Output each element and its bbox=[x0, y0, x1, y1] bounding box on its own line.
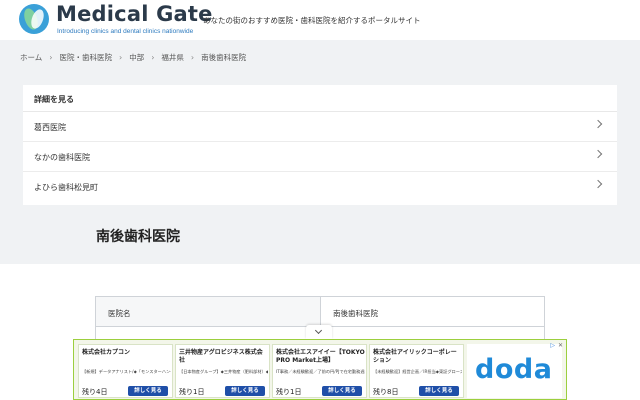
details-card-heading: 詳細を見る bbox=[34, 95, 74, 104]
ad-job-card[interactable]: 三井物産アグロビジネス株式会社 【日本物産グループ】◆三井物産（肥料部材）◆日本… bbox=[175, 344, 270, 398]
ad-company-name: 株式会社エスアイイー【TOKYO PRO Market上場】 bbox=[276, 349, 365, 364]
ad-description: 【未経験歓迎】経営企画／IR担当◆東証グロース・株式対応・M&A推進／上場企業で… bbox=[373, 369, 462, 374]
table-value-text: 南後歯科医院 bbox=[333, 309, 378, 318]
ad-banner: 株式会社カプコン 【新規】データアナリスト/◆「モンスターハンター」等人気タイト… bbox=[73, 339, 567, 400]
table-value-cell: 南後歯科医院 bbox=[321, 297, 545, 327]
ad-days-remaining: 残り1日 bbox=[276, 388, 302, 396]
ad-description: 【日本物産グループ】◆三井物産（肥料部材）◆日本の農業にイノベーションを/モ… bbox=[179, 369, 268, 374]
chevron-down-icon bbox=[314, 326, 323, 335]
chevron-right-icon bbox=[593, 119, 603, 129]
doda-logo-text: doda bbox=[475, 354, 553, 385]
details-list-item-label: なかの歯科医院 bbox=[34, 153, 90, 162]
ad-details-button[interactable]: 詳しく見る bbox=[322, 386, 362, 396]
doda-logo[interactable]: doda bbox=[467, 344, 562, 398]
chevron-right-icon: › bbox=[49, 52, 53, 62]
breadcrumb-region[interactable]: 中部 bbox=[129, 52, 144, 63]
details-card: 詳細を見る 葛西医院 なかの歯科医院 よひら歯科松見町 bbox=[23, 85, 617, 205]
ad-company-name: 株式会社カプコン bbox=[82, 349, 131, 356]
chevron-right-icon: › bbox=[190, 52, 195, 62]
ad-days-remaining: 残り1日 bbox=[179, 388, 205, 396]
chevron-right-icon bbox=[593, 149, 603, 159]
details-list-item[interactable]: 葛西医院 bbox=[23, 112, 617, 142]
ad-description: IT事務／未経験歓迎／了前の円/PJで在宅勤務週み中／土日祝休 bbox=[276, 369, 365, 374]
ad-collapse-button[interactable] bbox=[306, 325, 332, 339]
breadcrumb-current: 南後歯科医院 bbox=[201, 52, 247, 62]
table-header-cell: 医院名 bbox=[96, 297, 321, 327]
site-header: Medical Gate Introducing clinics and den… bbox=[0, 0, 640, 40]
ad-job-card[interactable]: 株式会社アイリックコーポレーション 【未経験歓迎】経営企画／IR担当◆東証グロー… bbox=[369, 344, 464, 398]
chevron-right-icon: › bbox=[118, 52, 123, 62]
adchoices-icon[interactable]: ▷ bbox=[550, 342, 555, 349]
details-list-item-label: よひら歯科松見町 bbox=[34, 183, 98, 192]
ad-company-name: 株式会社アイリックコーポレーション bbox=[373, 349, 457, 364]
site-subtitle: Introducing clinics and dental clinics n… bbox=[57, 28, 194, 35]
ad-company-name: 三井物産アグロビジネス株式会社 bbox=[179, 349, 263, 364]
details-list-item-label: 葛西医院 bbox=[34, 123, 66, 132]
ad-details-button[interactable]: 詳しく見る bbox=[419, 386, 459, 396]
ad-days-remaining: 残り8日 bbox=[373, 388, 399, 396]
ad-description: 【新規】データアナリスト/◆「モンスターハンター」等人気タイトル多数／プライ… bbox=[82, 369, 171, 374]
breadcrumb-home[interactable]: ホーム bbox=[20, 52, 42, 63]
ad-details-button[interactable]: 詳しく見る bbox=[128, 386, 168, 396]
breadcrumb-prefecture[interactable]: 福井県 bbox=[161, 52, 184, 63]
details-card-header: 詳細を見る bbox=[23, 85, 617, 112]
site-title[interactable]: Medical Gate bbox=[56, 2, 213, 26]
site-tagline: あなたの街のおすすめ医院・歯科医院を紹介するポータルサイト bbox=[203, 16, 421, 25]
breadcrumb: ホーム › 医院・歯科医院 › 中部 › 福井県 › 南後歯科医院 bbox=[20, 51, 246, 63]
ad-days-remaining: 残り4日 bbox=[82, 388, 108, 396]
details-list-item[interactable]: よひら歯科松見町 bbox=[23, 172, 617, 202]
page-title: 南後歯科医院 bbox=[96, 229, 180, 245]
ad-job-card[interactable]: 株式会社エスアイイー【TOKYO PRO Market上場】 IT事務／未経験歓… bbox=[272, 344, 367, 398]
chevron-right-icon bbox=[593, 179, 603, 189]
details-list-item[interactable]: なかの歯科医院 bbox=[23, 142, 617, 172]
table-header-label: 医院名 bbox=[108, 309, 131, 318]
ad-job-card[interactable]: 株式会社カプコン 【新規】データアナリスト/◆「モンスターハンター」等人気タイト… bbox=[78, 344, 173, 398]
chevron-right-icon: › bbox=[151, 52, 155, 62]
ad-controls: ▷ ✕ bbox=[550, 342, 563, 349]
ad-details-button[interactable]: 詳しく見る bbox=[225, 386, 265, 396]
logo-icon[interactable] bbox=[19, 4, 49, 34]
breadcrumb-category[interactable]: 医院・歯科医院 bbox=[59, 52, 112, 63]
close-icon[interactable]: ✕ bbox=[558, 342, 563, 349]
